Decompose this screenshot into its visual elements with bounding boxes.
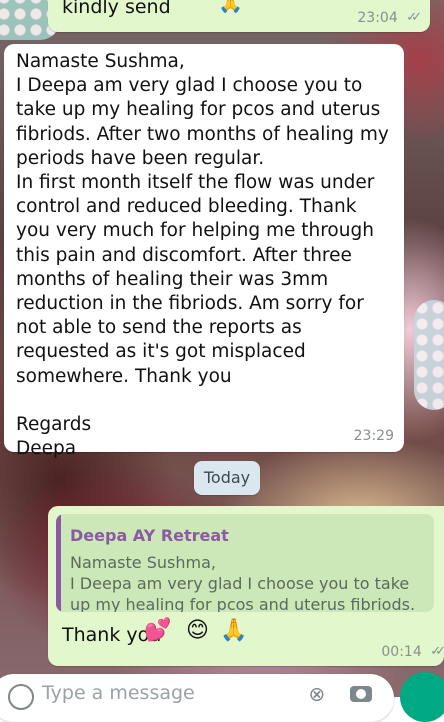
message-composer[interactable]: Type a message ⊕ [0, 674, 394, 722]
message-text: Namaste Sushma, I Deepa am very glad I c… [16, 51, 389, 460]
mic-icon[interactable] [400, 672, 444, 722]
message-meta: 00:14 ✓✓ [381, 644, 444, 660]
emoji-icon[interactable] [8, 684, 34, 710]
quoted-message[interactable]: Deepa AY Retreat Namaste Sushma, I Deepa… [56, 514, 434, 612]
quote-accent-bar [56, 514, 61, 612]
read-receipt-icon: ✓✓ [430, 644, 444, 659]
pray-emoji: 🙏 [220, 618, 248, 643]
message-input-placeholder[interactable]: Type a message [42, 682, 195, 704]
message-meta: 23:04 ✓✓ [357, 10, 422, 26]
date-divider: Today [194, 461, 260, 495]
wallpaper-pattern [414, 300, 444, 410]
paperclip-icon[interactable]: ⊕ [302, 680, 331, 709]
smile-emoji: 😊 [186, 618, 209, 643]
message-time: 23:29 [353, 428, 394, 444]
quoted-author: Deepa AY Retreat [70, 526, 229, 545]
message-time: 00:14 [381, 644, 422, 660]
message-text: kindly send [62, 0, 171, 18]
pray-emoji: 🙏 [218, 0, 243, 14]
camera-icon[interactable] [350, 686, 372, 702]
read-receipt-icon: ✓✓ [406, 10, 422, 25]
message-bubble-outgoing-reply[interactable]: Deepa AY Retreat Namaste Sushma, I Deepa… [48, 506, 444, 666]
quoted-text: Namaste Sushma, I Deepa am very glad I c… [70, 553, 416, 612]
hearts-emoji: 💕 [144, 618, 172, 643]
message-bubble-outgoing[interactable]: kindly send 🙏 23:04 ✓✓ [48, 0, 430, 32]
message-bubble-incoming[interactable]: Namaste Sushma, I Deepa am very glad I c… [4, 44, 404, 459]
message-time: 23:04 [357, 10, 398, 26]
